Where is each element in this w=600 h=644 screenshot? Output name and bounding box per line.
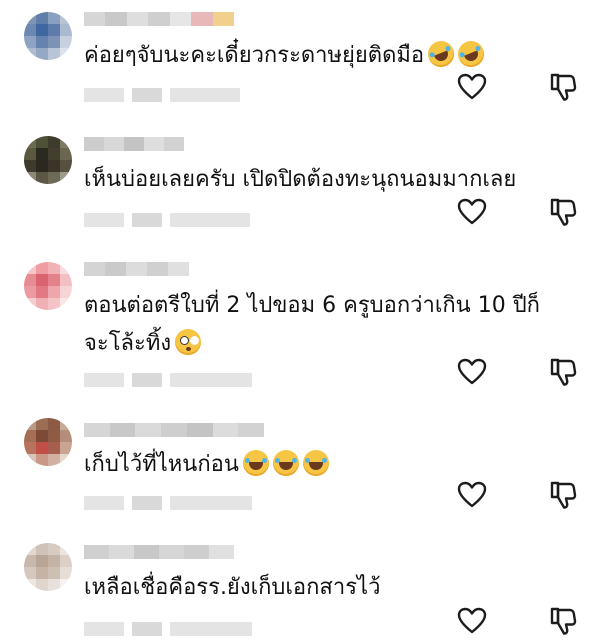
heart-icon[interactable]: [455, 70, 489, 104]
rolling-on-floor-laughing-emoji: [424, 37, 459, 71]
comment-meta-redacted: [84, 622, 252, 636]
username-redacted[interactable]: [84, 137, 184, 151]
flushed-face-emoji: [175, 329, 202, 355]
comment-text: จะโล้ะทิ้ง: [84, 324, 202, 363]
comment-meta-redacted: [84, 373, 252, 387]
comment-text: ค่อยๆจับนะคะเดี๋ยวกระดาษยุ่ยติดมือ: [84, 36, 489, 75]
face-with-tears-of-joy-emoji: [302, 450, 329, 476]
heart-icon[interactable]: [455, 604, 489, 638]
thumbs-down-icon[interactable]: [546, 70, 580, 104]
thumbs-down-icon[interactable]: [546, 604, 580, 638]
heart-icon[interactable]: [455, 355, 489, 389]
comment-text: เห็นบ่อยเลยครับ เปิดปิดต้องทะนุถนอมมากเล…: [84, 167, 517, 192]
username-redacted[interactable]: [84, 262, 189, 276]
username-redacted[interactable]: [84, 545, 234, 559]
comment-text: เหลือเชื่อคือรร.ยังเก็บเอกสารไว้: [84, 575, 381, 600]
face-with-tears-of-joy-emoji: [242, 450, 269, 476]
heart-icon[interactable]: [455, 478, 489, 512]
thumbs-down-icon[interactable]: [546, 355, 580, 389]
heart-icon[interactable]: [455, 195, 489, 229]
rolling-on-floor-laughing-emoji: [454, 37, 489, 71]
thumbs-down-icon[interactable]: [546, 478, 580, 512]
comment-meta-redacted: [84, 496, 252, 510]
avatar[interactable]: [24, 12, 72, 60]
comment-text: ตอนต่อตรีใบที่ 2 ไปขอม 6 ครูบอกว่าเกิน 1…: [84, 293, 540, 318]
avatar[interactable]: [24, 262, 72, 310]
comment-meta-redacted: [84, 213, 250, 227]
thumbs-down-icon[interactable]: [546, 195, 580, 229]
username-redacted[interactable]: [84, 423, 265, 437]
avatar[interactable]: [24, 418, 72, 466]
avatar[interactable]: [24, 136, 72, 184]
comment-text: เก็บไว้ที่ไหนก่อน: [84, 445, 329, 484]
avatar[interactable]: [24, 543, 72, 591]
username-redacted[interactable]: [84, 12, 234, 26]
face-with-tears-of-joy-emoji: [272, 450, 299, 476]
comment-meta-redacted: [84, 88, 240, 102]
